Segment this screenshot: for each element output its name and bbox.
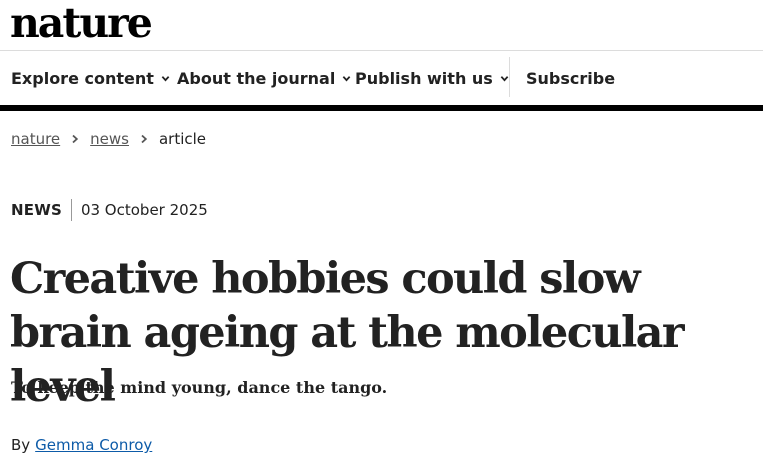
article-standfirst: To keep the mind young, dance the tango.: [11, 378, 388, 397]
chevron-down-icon: [161, 75, 170, 81]
breadcrumb-link-news[interactable]: news: [90, 130, 129, 148]
nav-about-the-journal[interactable]: About the journal: [177, 51, 351, 105]
subscribe-label: Subscribe: [526, 68, 616, 88]
main-navigation: Explore content About the journal Publis…: [0, 51, 763, 111]
breadcrumb-link-nature[interactable]: nature: [11, 130, 60, 148]
nature-logo[interactable]: nature: [10, 0, 153, 48]
nav-explore-content[interactable]: Explore content: [11, 51, 170, 105]
nav-item-label: About the journal: [177, 68, 336, 88]
byline-prefix: By: [11, 436, 31, 454]
publication-date: 03 October 2025: [80, 201, 208, 219]
chevron-right-icon: [141, 134, 148, 144]
nav-divider: [509, 57, 510, 97]
nav-item-label: Explore content: [11, 68, 154, 88]
article-type-label: NEWS: [11, 201, 62, 219]
author-link[interactable]: Gemma Conroy: [35, 436, 152, 454]
breadcrumb-current: article: [158, 130, 207, 148]
site-header: nature: [0, 0, 763, 51]
subscribe-link[interactable]: Subscribe: [526, 51, 615, 105]
chevron-down-icon: [343, 75, 351, 81]
chevron-down-icon: [500, 75, 509, 81]
nav-publish-with-us[interactable]: Publish with us: [355, 51, 509, 105]
byline: By Gemma Conroy: [11, 433, 152, 457]
nav-item-label: Publish with us: [355, 68, 493, 88]
article-meta: NEWS 03 October 2025: [11, 198, 208, 222]
chevron-right-icon: [72, 134, 79, 144]
meta-divider: [70, 199, 72, 221]
breadcrumb: nature news article: [11, 126, 206, 152]
